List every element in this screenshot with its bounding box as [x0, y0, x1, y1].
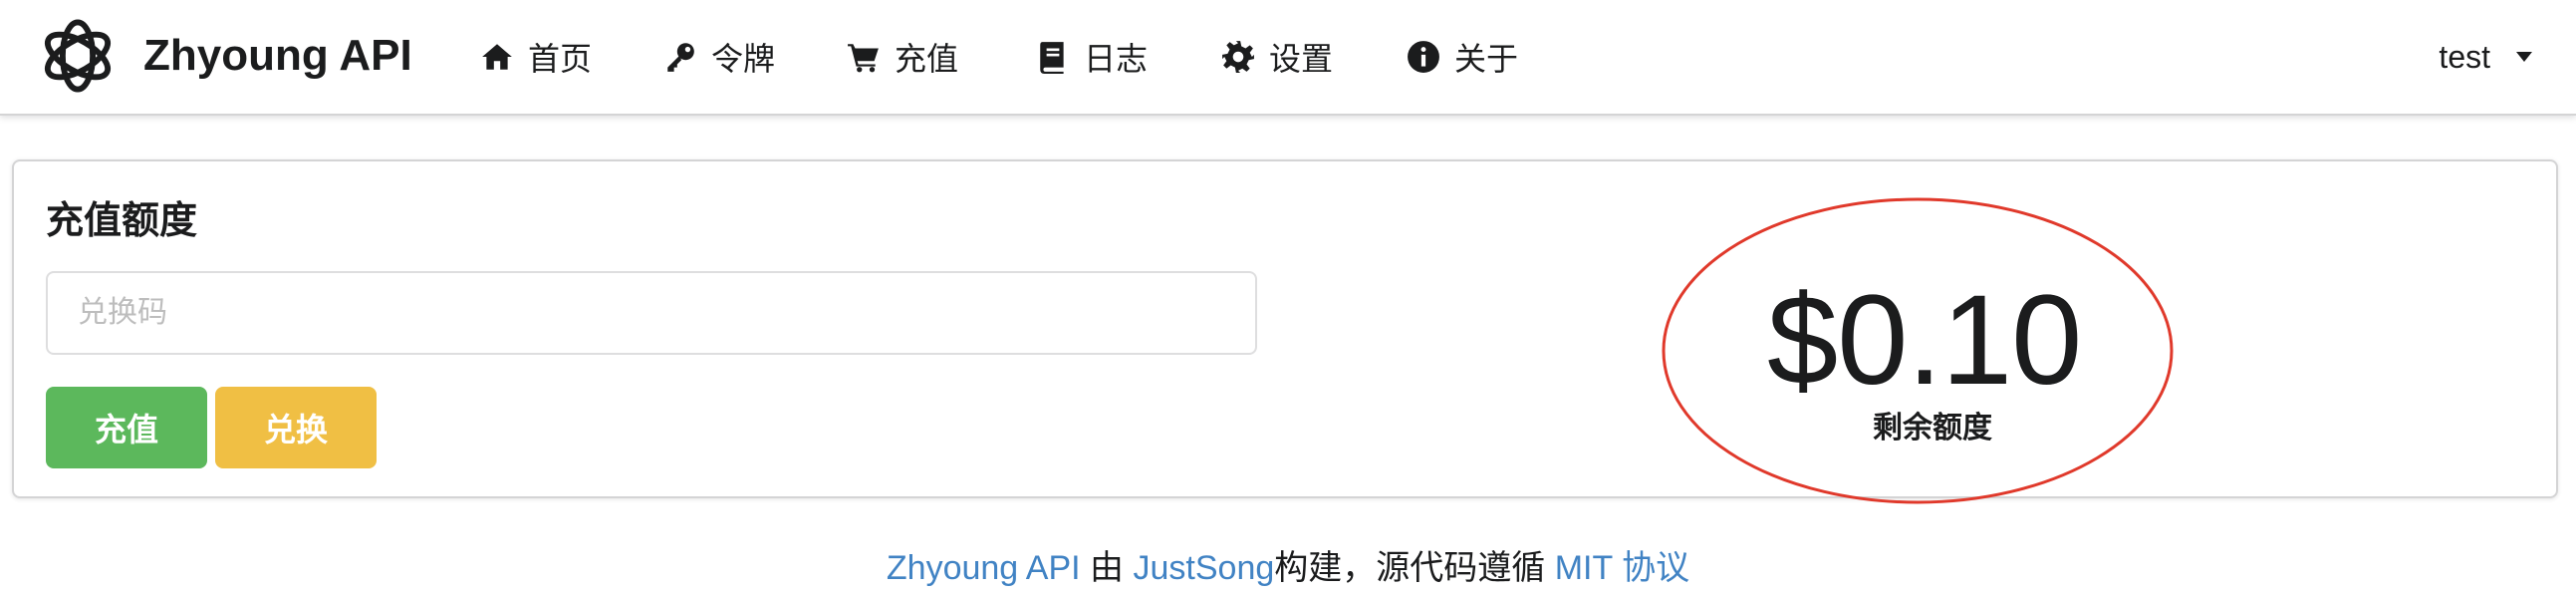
footer-author-link[interactable]: JustSong	[1134, 549, 1275, 587]
cart-icon	[848, 44, 879, 73]
user-menu[interactable]: test	[2439, 30, 2532, 84]
redeem-button[interactable]: 兑换	[215, 387, 377, 468]
gear-icon	[1222, 41, 1254, 73]
footer-text-by: 由	[1090, 549, 1125, 587]
brand[interactable]: Zhyoung API	[36, 14, 412, 98]
brand-name: Zhyoung API	[143, 31, 412, 80]
nav-item-topup[interactable]: 充值	[847, 30, 958, 84]
nav-item-about[interactable]: 关于	[1407, 30, 1518, 84]
home-icon	[482, 44, 512, 70]
nav-item-label: 首页	[528, 41, 593, 77]
info-icon	[1408, 41, 1439, 73]
footer-project-link[interactable]: Zhyoung API	[887, 549, 1081, 587]
book-icon	[1040, 42, 1064, 74]
nav-item-tokens[interactable]: 令牌	[663, 30, 775, 84]
top-navbar: Zhyoung API 首页 令牌 充值 日志 设置 关于 test	[0, 0, 2576, 116]
nav-item-settings[interactable]: 设置	[1221, 30, 1333, 84]
nav-item-label: 日志	[1084, 41, 1149, 77]
nav-item-label: 令牌	[711, 41, 776, 77]
footer: Zhyoung API 由 JustSong构建，源代码遵循 MIT 协议	[0, 540, 2576, 589]
username: test	[2439, 38, 2490, 75]
key-icon	[667, 43, 694, 72]
logo-icon	[44, 19, 112, 93]
topup-card: 充值额度 充值 兑换 $0.10 剩余额度	[12, 159, 2558, 498]
remaining-quota-value: $0.10	[1767, 269, 2082, 412]
card-title: 充值额度	[46, 200, 198, 242]
nav-item-label: 充值	[895, 41, 959, 77]
nav-item-label: 设置	[1269, 41, 1334, 77]
footer-text-built: 构建，源代码遵循	[1274, 549, 1546, 587]
footer-license-link[interactable]: MIT 协议	[1555, 549, 1689, 587]
remaining-quota-label: 剩余额度	[1873, 412, 1992, 445]
topup-button[interactable]: 充值	[46, 387, 207, 468]
caret-down-icon	[2516, 52, 2532, 62]
nav-item-label: 关于	[1454, 41, 1519, 77]
nav-item-logs[interactable]: 日志	[1036, 30, 1148, 84]
nav-item-home[interactable]: 首页	[480, 30, 592, 84]
redeem-code-input[interactable]	[46, 271, 1257, 355]
